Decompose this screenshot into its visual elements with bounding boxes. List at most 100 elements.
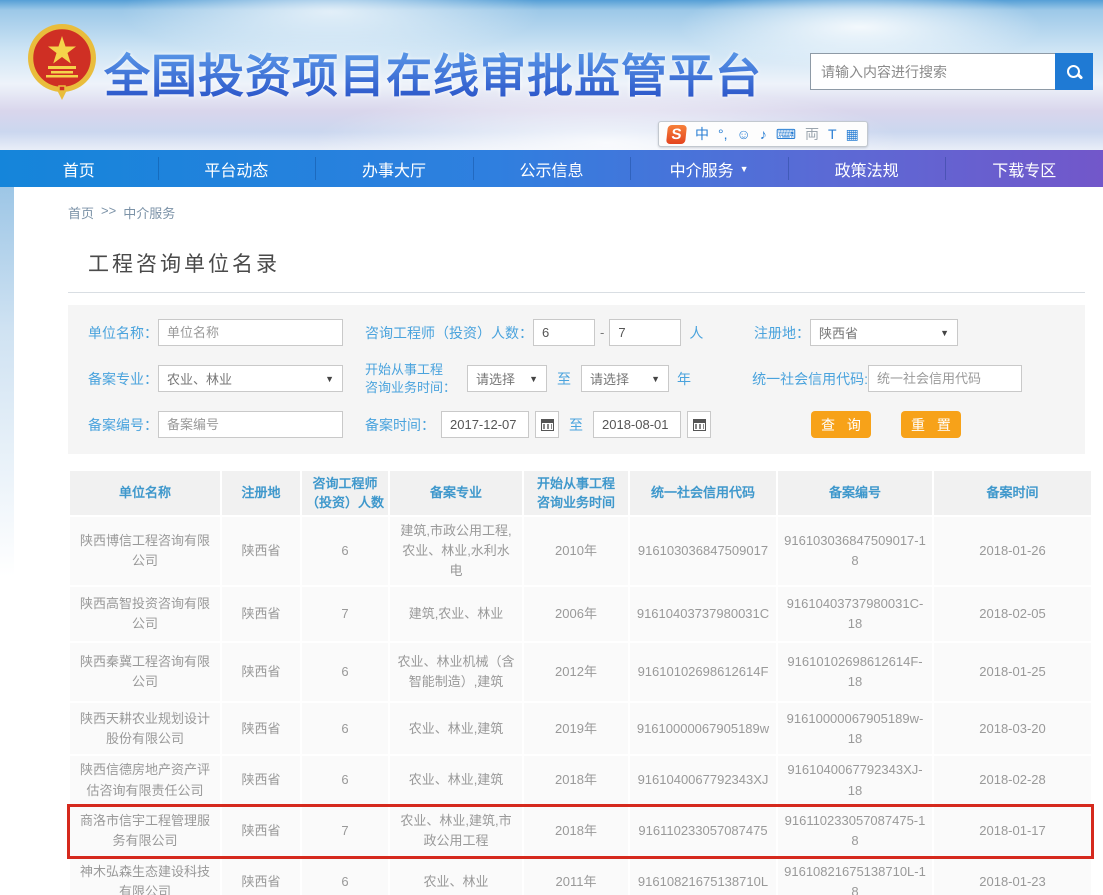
cell-record-number: 916103036847509017-18 xyxy=(778,517,932,585)
cell-registration-place: 陕西省 xyxy=(222,703,300,754)
microphone-icon[interactable]: ♪ xyxy=(760,127,767,141)
col-unit-name: 单位名称 xyxy=(70,471,220,515)
breadcrumb-home[interactable]: 首页 xyxy=(68,203,94,222)
table-body: 陕西博信工程咨询有限公司 陕西省 6 建筑,市政公用工程,农业、林业,水利水电 … xyxy=(70,517,1091,895)
table-row[interactable]: 商洛市信宇工程管理服务有限公司 陕西省 7 农业、林业,建筑,市政公用工程 20… xyxy=(70,807,1091,856)
search-icon xyxy=(1067,65,1081,79)
nav-item-platform-news[interactable]: 平台动态 xyxy=(158,150,316,187)
cell-credit-code: 916110233057087475 xyxy=(630,807,776,856)
cell-specialty: 农业、林业机械（含智能制造）,建筑 xyxy=(390,643,522,701)
cell-start-time: 2011年 xyxy=(524,858,628,895)
cell-record-number: 916110233057087475-18 xyxy=(778,807,932,856)
record-time-to-label: 至 xyxy=(569,415,583,435)
nav-item-home[interactable]: 首页 xyxy=(0,150,158,187)
query-button[interactable]: 查 询 xyxy=(811,411,871,438)
record-time-to-input[interactable] xyxy=(593,411,681,438)
toolbox-icon[interactable]: ▦ xyxy=(846,127,859,141)
breadcrumb-current[interactable]: 中介服务 xyxy=(123,203,175,222)
calendar-icon xyxy=(541,419,554,431)
col-credit-code: 统一社会信用代码 xyxy=(630,471,776,515)
nav-item-service-hall[interactable]: 办事大厅 xyxy=(315,150,473,187)
skin-icon[interactable]: T xyxy=(828,127,837,141)
page-title: 工程咨询单位名录 xyxy=(68,248,1085,278)
col-start-time: 开始从事工程 咨询业务时间 xyxy=(524,471,628,515)
record-time-from-input[interactable] xyxy=(441,411,529,438)
cell-specialty: 建筑,市政公用工程,农业、林业,水利水电 xyxy=(390,517,522,585)
cell-credit-code: 9161040067792343XJ xyxy=(630,756,776,804)
emoji-icon[interactable]: ☺ xyxy=(737,127,751,141)
chevron-down-icon: ▼ xyxy=(651,374,660,384)
filter-row-1: 单位名称： 咨询工程师（投资）人数： - 人 注册地： 陕西省 ▼ xyxy=(88,319,1085,346)
cell-start-time: 2012年 xyxy=(524,643,628,701)
chevron-down-icon: ▼ xyxy=(529,374,538,384)
table-row[interactable]: 陕西高智投资咨询有限公司 陕西省 7 建筑,农业、林业 2006年 916104… xyxy=(70,587,1091,641)
keyboard-icon[interactable]: ⌨ xyxy=(776,127,796,141)
ime-toolbar: S 中 °, ☺ ♪ ⌨ 両 T ▦ xyxy=(658,121,868,147)
cell-credit-code: 91610000067905189w xyxy=(630,703,776,754)
sogou-logo-icon[interactable]: S xyxy=(666,125,687,144)
cell-registration-place: 陕西省 xyxy=(222,643,300,701)
record-number-input[interactable] xyxy=(158,411,343,438)
cell-unit-name: 陕西信德房地产资产评估咨询有限责任公司 xyxy=(70,756,220,804)
search-input[interactable] xyxy=(810,53,1055,90)
start-time-to-label: 至 xyxy=(557,369,571,389)
cell-engineer-count: 6 xyxy=(302,756,388,804)
engineer-count-min-input[interactable] xyxy=(533,319,595,346)
page-background: 首页 >> 中介服务 工程咨询单位名录 单位名称： 咨询工程师（投资）人数： -… xyxy=(0,187,1103,895)
chevron-down-icon: ▼ xyxy=(740,164,749,174)
nav-item-intermediary-service[interactable]: 中介服务 ▼ xyxy=(630,150,788,187)
calendar-to-button[interactable] xyxy=(687,411,711,438)
nav-item-public-info[interactable]: 公示信息 xyxy=(473,150,631,187)
table-row[interactable]: 陕西博信工程咨询有限公司 陕西省 6 建筑,市政公用工程,农业、林业,水利水电 … xyxy=(70,517,1091,585)
site-title: 全国投资项目在线审批监管平台 xyxy=(104,40,762,106)
registration-place-select[interactable]: 陕西省 ▼ xyxy=(810,319,958,346)
start-year-to-select[interactable]: 请选择 ▼ xyxy=(581,365,669,392)
reset-button[interactable]: 重 置 xyxy=(901,411,961,438)
cell-record-number: 91610000067905189w-18 xyxy=(778,703,932,754)
cell-record-time: 2018-01-25 xyxy=(934,643,1091,701)
table-row[interactable]: 陕西信德房地产资产评估咨询有限责任公司 陕西省 6 农业、林业,建筑 2018年… xyxy=(70,756,1091,804)
cell-start-time: 2010年 xyxy=(524,517,628,585)
cell-start-time: 2019年 xyxy=(524,703,628,754)
cell-engineer-count: 6 xyxy=(302,858,388,895)
cell-registration-place: 陕西省 xyxy=(222,517,300,585)
cell-registration-place: 陕西省 xyxy=(222,756,300,804)
engineer-count-max-input[interactable] xyxy=(609,319,681,346)
table-header: 单位名称 注册地 咨询工程师 （投资）人数 备案专业 开始从事工程 咨询业务时间… xyxy=(70,471,1091,515)
start-year-from-select[interactable]: 请选择 ▼ xyxy=(467,365,547,392)
filter-panel: 单位名称： 咨询工程师（投资）人数： - 人 注册地： 陕西省 ▼ 备案专业： … xyxy=(68,305,1085,454)
cell-unit-name: 陕西天耕农业规划设计股份有限公司 xyxy=(70,703,220,754)
cell-engineer-count: 6 xyxy=(302,517,388,585)
cell-unit-name: 陕西博信工程咨询有限公司 xyxy=(70,517,220,585)
record-number-label: 备案编号： xyxy=(88,415,158,435)
engineer-count-label: 咨询工程师（投资）人数： xyxy=(365,323,533,343)
credit-code-input[interactable] xyxy=(868,365,1022,392)
cell-credit-code: 91610102698612614F xyxy=(630,643,776,701)
start-time-label: 开始从事工程 咨询业务时间： xyxy=(365,361,461,396)
table-row[interactable]: 陕西秦冀工程咨询有限公司 陕西省 6 农业、林业机械（含智能制造）,建筑 201… xyxy=(70,643,1091,701)
chevron-down-icon: ▼ xyxy=(940,328,949,338)
cell-registration-place: 陕西省 xyxy=(222,858,300,895)
cell-record-number: 91610102698612614F-18 xyxy=(778,643,932,701)
cell-unit-name: 陕西高智投资咨询有限公司 xyxy=(70,587,220,641)
col-engineer-count: 咨询工程师 （投资）人数 xyxy=(302,471,388,515)
unit-name-input[interactable] xyxy=(158,319,343,346)
table-row[interactable]: 陕西天耕农业规划设计股份有限公司 陕西省 6 农业、林业,建筑 2019年 91… xyxy=(70,703,1091,754)
nav-item-downloads[interactable]: 下载专区 xyxy=(945,150,1103,187)
phrase-icon[interactable]: 両 xyxy=(805,127,819,141)
main-nav: 首页 平台动态 办事大厅 公示信息 中介服务 ▼ 政策法规 下载专区 xyxy=(0,150,1103,187)
cell-specialty: 农业、林业,建筑,市政公用工程 xyxy=(390,807,522,856)
nav-item-policies[interactable]: 政策法规 xyxy=(788,150,946,187)
cell-record-number: 9161040067792343XJ-18 xyxy=(778,756,932,804)
search-button[interactable] xyxy=(1055,53,1093,90)
results-table: 单位名称 注册地 咨询工程师 （投资）人数 备案专业 开始从事工程 咨询业务时间… xyxy=(68,469,1093,895)
chinese-mode-icon[interactable]: 中 xyxy=(695,127,709,141)
cell-unit-name: 神木弘森生态建设科技有限公司 xyxy=(70,858,220,895)
calendar-from-button[interactable] xyxy=(535,411,559,438)
punctuation-icon[interactable]: °, xyxy=(718,127,728,141)
cell-specialty: 农业、林业,建筑 xyxy=(390,756,522,804)
cell-credit-code: 91610821675138710L xyxy=(630,858,776,895)
specialty-select[interactable]: 农业、林业 ▼ xyxy=(158,365,343,392)
table-row[interactable]: 神木弘森生态建设科技有限公司 陕西省 6 农业、林业 2011年 9161082… xyxy=(70,858,1091,895)
calendar-icon xyxy=(693,419,706,431)
